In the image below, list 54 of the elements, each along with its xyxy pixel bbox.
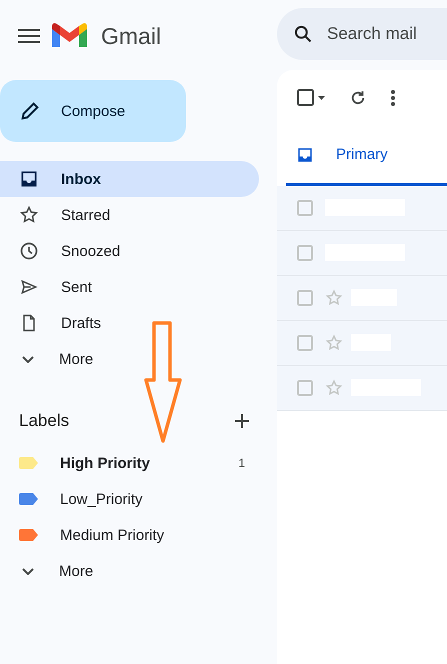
email-row[interactable] — [277, 186, 447, 231]
search-input[interactable]: Search mail — [325, 23, 447, 45]
select-checkbox[interactable] — [297, 89, 325, 107]
email-row[interactable] — [277, 321, 447, 366]
nav-label: More — [59, 350, 94, 368]
nav-item[interactable]: More — [0, 553, 259, 589]
inbox-icon — [19, 169, 39, 189]
star-icon — [19, 205, 39, 225]
labels-heading: Labels — [19, 411, 70, 431]
label-item[interactable]: Medium Priority — [0, 517, 259, 553]
checkbox[interactable] — [297, 335, 313, 351]
email-row[interactable] — [277, 276, 447, 321]
checkbox[interactable] — [297, 380, 313, 396]
label-item[interactable]: High Priority 1 — [0, 445, 259, 481]
nav-label: More — [59, 562, 94, 580]
app-name: Gmail — [101, 22, 162, 50]
nav-item[interactable]: Starred — [0, 197, 259, 233]
nav-item[interactable]: Inbox — [0, 161, 259, 197]
chevron-down-icon — [22, 356, 34, 362]
nav-label: Sent — [61, 278, 92, 296]
nav-item[interactable]: Drafts — [0, 305, 259, 341]
refresh-icon[interactable] — [349, 89, 367, 107]
unread-count: 1 — [238, 456, 245, 470]
label-name: High Priority — [60, 454, 150, 472]
nav-label: Drafts — [61, 314, 102, 332]
checkbox[interactable] — [297, 200, 313, 216]
send-icon — [19, 277, 39, 297]
inbox-icon — [296, 146, 314, 164]
clock-icon — [19, 241, 39, 261]
compose-button[interactable]: Compose — [0, 80, 186, 142]
email-row[interactable] — [277, 231, 447, 276]
label-name: Medium Priority — [60, 526, 164, 544]
label-name: Low_Priority — [60, 490, 143, 508]
nav-item[interactable]: Sent — [0, 269, 259, 305]
pencil-icon — [19, 100, 41, 122]
nav-item[interactable]: Snoozed — [0, 233, 259, 269]
nav-label: Starred — [61, 206, 110, 224]
more-options-icon[interactable] — [391, 90, 395, 106]
nav-label: Snoozed — [61, 242, 120, 260]
search-icon — [293, 24, 313, 44]
search-field[interactable]: Search mail — [277, 8, 447, 60]
menu-icon[interactable] — [18, 28, 40, 44]
checkbox[interactable] — [297, 290, 313, 306]
chevron-down-icon — [22, 568, 34, 574]
nav-item[interactable]: More — [0, 341, 259, 377]
logo-icon — [52, 23, 87, 49]
label-item[interactable]: Low_Priority — [0, 481, 259, 517]
star-icon[interactable] — [325, 379, 343, 397]
checkbox[interactable] — [297, 245, 313, 261]
email-row[interactable] — [277, 366, 447, 411]
plus-icon[interactable] — [235, 414, 249, 428]
star-icon[interactable] — [325, 289, 343, 307]
star-icon[interactable] — [325, 334, 343, 352]
nav-label: Inbox — [61, 170, 101, 188]
